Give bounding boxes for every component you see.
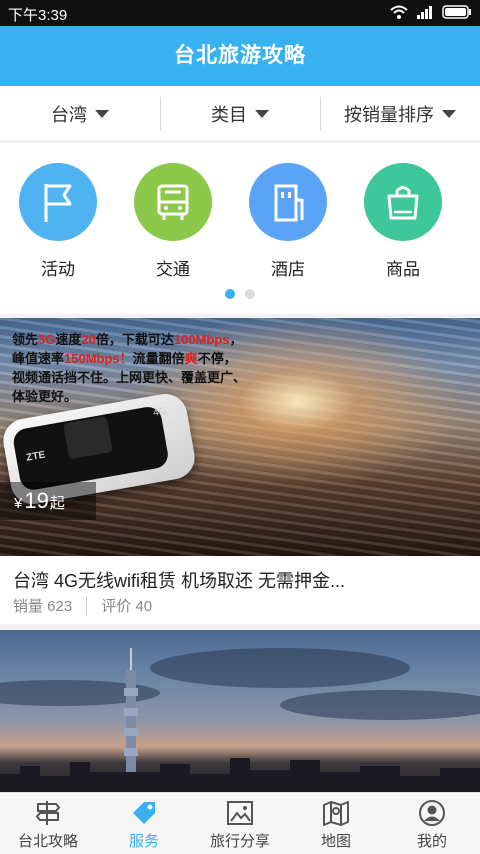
header-bar: 台北旅游攻略 [0,26,480,86]
filter-category-label: 类目 [211,104,247,125]
product-title[interactable]: 台湾 4G无线wifi租赁 机场取还 无需押金... [13,567,345,593]
page-title: 台北旅游攻略 [174,44,306,67]
carousel-dot[interactable] [245,289,255,299]
building-icon [249,163,327,241]
caret-down-icon [95,109,109,118]
city-skyline [0,758,480,792]
signpost-icon [33,799,63,827]
status-bar: 下午3:39 [0,0,480,26]
wifi-icon [390,5,408,19]
price-tag: ¥ 19 起 [0,482,96,520]
product-card[interactable]: 领先3G速度20倍，下载可达100Mbps， 峰值速率150Mbps！流量翻倍爽… [0,318,480,624]
sales-count: 销量 623 [13,598,73,615]
nav-service[interactable]: 服务 [96,793,192,854]
flag-icon [19,163,97,241]
product-meta: 销量 623 评价 40 [13,595,152,616]
carousel-indicator [0,289,480,299]
category-goods[interactable]: 商品 [363,163,443,280]
nav-taipei-guide-label: 台北攻略 [17,833,78,850]
category-hotel-label: 酒店 [271,260,305,279]
nav-map[interactable]: 地图 [288,793,384,854]
bus-icon [134,163,212,241]
category-hotel[interactable]: 酒店 [248,163,328,280]
nav-taipei-guide[interactable]: 台北攻略 [0,793,96,854]
review-count: 评价 40 [101,598,153,615]
battery-icon [442,5,471,19]
category-goods-label: 商品 [386,260,420,279]
caret-down-icon [442,109,456,118]
meta-divider [86,595,88,616]
nav-service-label: 服务 [128,833,159,850]
filter-sort[interactable]: 按销量排序 [320,86,480,141]
filter-sort-label: 按销量排序 [344,104,434,125]
filter-category[interactable]: 类目 [160,86,320,141]
filter-region-label: 台湾 [51,104,87,125]
product-card-image[interactable] [0,630,480,792]
price-value: 19 [24,488,49,513]
signal-icon [417,6,432,19]
map-icon [321,799,351,827]
nav-travel-share[interactable]: 旅行分享 [192,793,288,854]
promo-text: 领先3G速度20倍，下载可达100Mbps， 峰值速率150Mbps！流量翻倍爽… [12,332,247,404]
filter-region[interactable]: 台湾 [0,86,160,141]
filter-bar: 台湾 类目 按销量排序 [0,86,480,142]
price-currency: ¥ [14,495,23,512]
device-label: 4G [152,405,168,419]
nav-mine-label: 我的 [416,833,447,850]
carousel-dot-active[interactable] [225,289,235,299]
status-time: 下午3:39 [8,7,68,24]
nav-map-label: 地图 [320,833,351,850]
bottom-nav: 台北攻略 服务 旅行分享 地图 我的 [0,792,480,854]
tag-icon [129,799,159,827]
product-banner-image[interactable]: 领先3G速度20倍，下载可达100Mbps， 峰值速率150Mbps！流量翻倍爽… [0,318,480,556]
nav-travel-share-label: 旅行分享 [209,833,270,850]
category-grid: 活动 交通 酒店 商品 [0,143,480,314]
image-icon [225,799,255,827]
category-activity-label: 活动 [41,260,75,279]
category-transport[interactable]: 交通 [133,163,213,280]
status-icons [390,5,472,19]
caret-down-icon [255,109,269,118]
category-transport-label: 交通 [156,260,190,279]
price-suffix: 起 [49,495,65,512]
shopping-bag-icon [364,163,442,241]
user-icon [417,799,447,827]
category-activity[interactable]: 活动 [18,163,98,280]
nav-mine[interactable]: 我的 [384,793,480,854]
